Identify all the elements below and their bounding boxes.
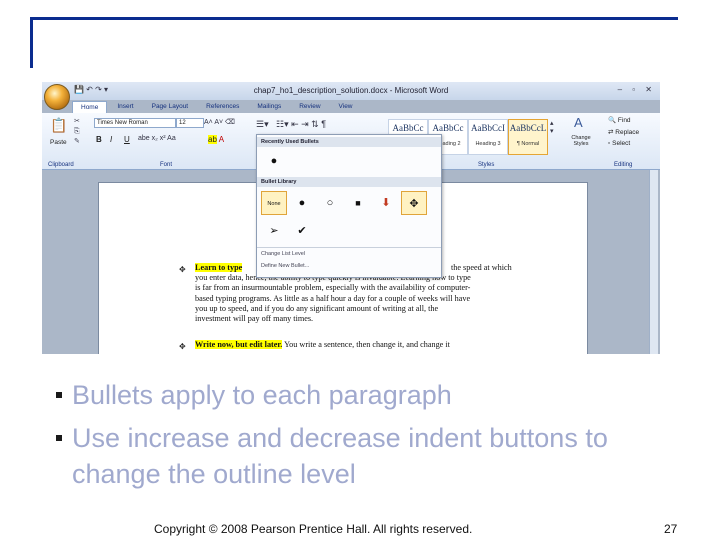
tab-view[interactable]: View [331, 101, 361, 113]
tab-references[interactable]: References [198, 101, 247, 113]
replace-label: Replace [615, 129, 640, 136]
bullet-option-arrowhead-icon[interactable]: ➢ [261, 219, 287, 243]
style-tile-normal[interactable]: AaBbCcL ¶ Normal [508, 119, 548, 155]
slide-bullet-icon [56, 435, 62, 441]
slide-bullet-1: Bullets apply to each paragraph [72, 380, 452, 410]
recently-used-header: Recently Used Bullets [257, 137, 441, 147]
italic-button[interactable]: I [110, 135, 112, 144]
select-button[interactable]: ▫ Select [608, 140, 630, 147]
paste-button[interactable]: Paste [50, 139, 67, 146]
paragraph-2: Write now, but edit later. You write a s… [195, 340, 575, 350]
office-button-icon[interactable] [44, 84, 70, 110]
styles-group-label: Styles [478, 162, 495, 168]
tab-insert[interactable]: Insert [109, 101, 141, 113]
slide-bullet-2-continued: change the outline level [72, 459, 356, 489]
highlighted-text: Learn to type [195, 263, 243, 272]
title-bar: chap7_ho1_description_solution.docx - Mi… [42, 82, 660, 100]
vertical-scrollbar[interactable] [649, 170, 658, 354]
bullet-diamond-icon: ✥ [179, 342, 186, 351]
change-styles-icon[interactable]: A [574, 115, 583, 130]
style-preview-text: AaBbCc [432, 123, 464, 133]
bullets-dropdown: Recently Used Bullets ● Bullet Library N… [256, 134, 442, 278]
slide-bullet-2: Use increase and decrease indent buttons… [72, 423, 608, 453]
grow-shrink-font-icons[interactable]: A˄ A˅ ⌫ [204, 118, 235, 126]
doc-line: you up to speed, and if you do any signi… [195, 303, 439, 313]
doc-line: is far from an insurmountable problem, e… [195, 283, 471, 293]
clipboard-group-label: Clipboard [48, 162, 74, 168]
style-name: Heading 3 [475, 141, 501, 147]
doc-line: You write a sentence, then change it, an… [284, 340, 450, 349]
tab-mailings[interactable]: Mailings [249, 101, 289, 113]
style-preview-text: AaBbCcI [471, 123, 505, 133]
window-title: chap7_ho1_description_solution.docx - Mi… [253, 86, 449, 95]
bullet-option-circle-icon[interactable]: ○ [317, 191, 343, 215]
bullet-option-arrow-down-icon[interactable]: ⬇ [373, 191, 399, 215]
more-font-buttons[interactable]: abe x₂ x² Aa [138, 135, 176, 142]
page-number: 27 [664, 522, 678, 536]
replace-button[interactable]: ⇄ Replace [608, 128, 639, 136]
slide-frame-left-line [30, 17, 33, 68]
window-controls[interactable]: – ▫ ✕ [618, 85, 656, 94]
slide-bullet-icon [56, 392, 62, 398]
bullets-button-icon[interactable]: ☰▾ [256, 119, 269, 130]
clipboard-small-icons[interactable]: ✂ ⎘ ✎ [74, 117, 80, 147]
menu-separator [257, 247, 441, 248]
tab-review[interactable]: Review [291, 101, 328, 113]
style-name: ¶ Normal [516, 141, 540, 147]
bullet-option-check-icon[interactable]: ✔ [289, 219, 315, 243]
tab-page-layout[interactable]: Page Layout [144, 101, 197, 113]
bullet-option-diamond-icon[interactable]: ✥ [401, 191, 427, 215]
style-tile-heading3[interactable]: AaBbCcI Heading 3 [468, 119, 508, 155]
highlighted-text: Write now, but edit later. [195, 340, 283, 349]
doc-line: based typing programs. As little as a ha… [195, 293, 471, 303]
find-button[interactable]: 🔍 Find [608, 116, 631, 124]
ribbon-tabs: Home Insert Page Layout References Maili… [72, 101, 361, 113]
bullet-option-dot-icon[interactable]: ● [289, 191, 315, 215]
style-preview-text: AaBbCc [392, 123, 424, 133]
word-screenshot: chap7_ho1_description_solution.docx - Mi… [42, 82, 660, 354]
bullet-diamond-icon: ✥ [179, 265, 186, 274]
styles-scroll-icon[interactable]: ▴ ▾ [550, 119, 554, 135]
numbering-button-icon[interactable]: ☷▾ ⇤ ⇥ ⇅ ¶ [276, 119, 326, 130]
select-label: Select [612, 140, 631, 147]
underline-button[interactable]: U [124, 135, 130, 144]
bullet-option-square-icon[interactable]: ■ [345, 191, 371, 215]
define-new-bullet-item[interactable]: Define New Bullet... [261, 263, 309, 269]
tab-home[interactable]: Home [72, 101, 108, 113]
bold-button[interactable]: B [96, 135, 102, 144]
font-size-select[interactable]: 12 [176, 118, 204, 128]
copyright-footer: Copyright © 2008 Pearson Prentice Hall. … [154, 522, 473, 536]
highlight-color-icon[interactable]: ab A [208, 135, 224, 144]
bullet-library-header: Bullet Library [257, 177, 441, 187]
paste-icon[interactable]: 📋 [50, 117, 67, 134]
doc-line: the speed at which [451, 263, 512, 272]
bullet-option-none[interactable]: None [261, 191, 287, 215]
find-label: Find [617, 117, 631, 124]
style-preview-text: AaBbCcL [509, 123, 547, 133]
font-group-label: Font [160, 162, 173, 168]
editing-group-label: Editing [614, 162, 633, 168]
change-styles-button[interactable]: Change Styles [566, 135, 596, 147]
slide-frame-top-line [30, 17, 678, 20]
change-list-level-item[interactable]: Change List Level [261, 251, 305, 257]
font-name-select[interactable]: Times New Roman [94, 118, 176, 128]
doc-line: investment will pay off many times. [195, 314, 314, 324]
quick-access-toolbar[interactable]: 💾 ↶ ↷ ▾ [74, 85, 108, 94]
bullet-option-dot-icon[interactable]: ● [261, 149, 287, 173]
